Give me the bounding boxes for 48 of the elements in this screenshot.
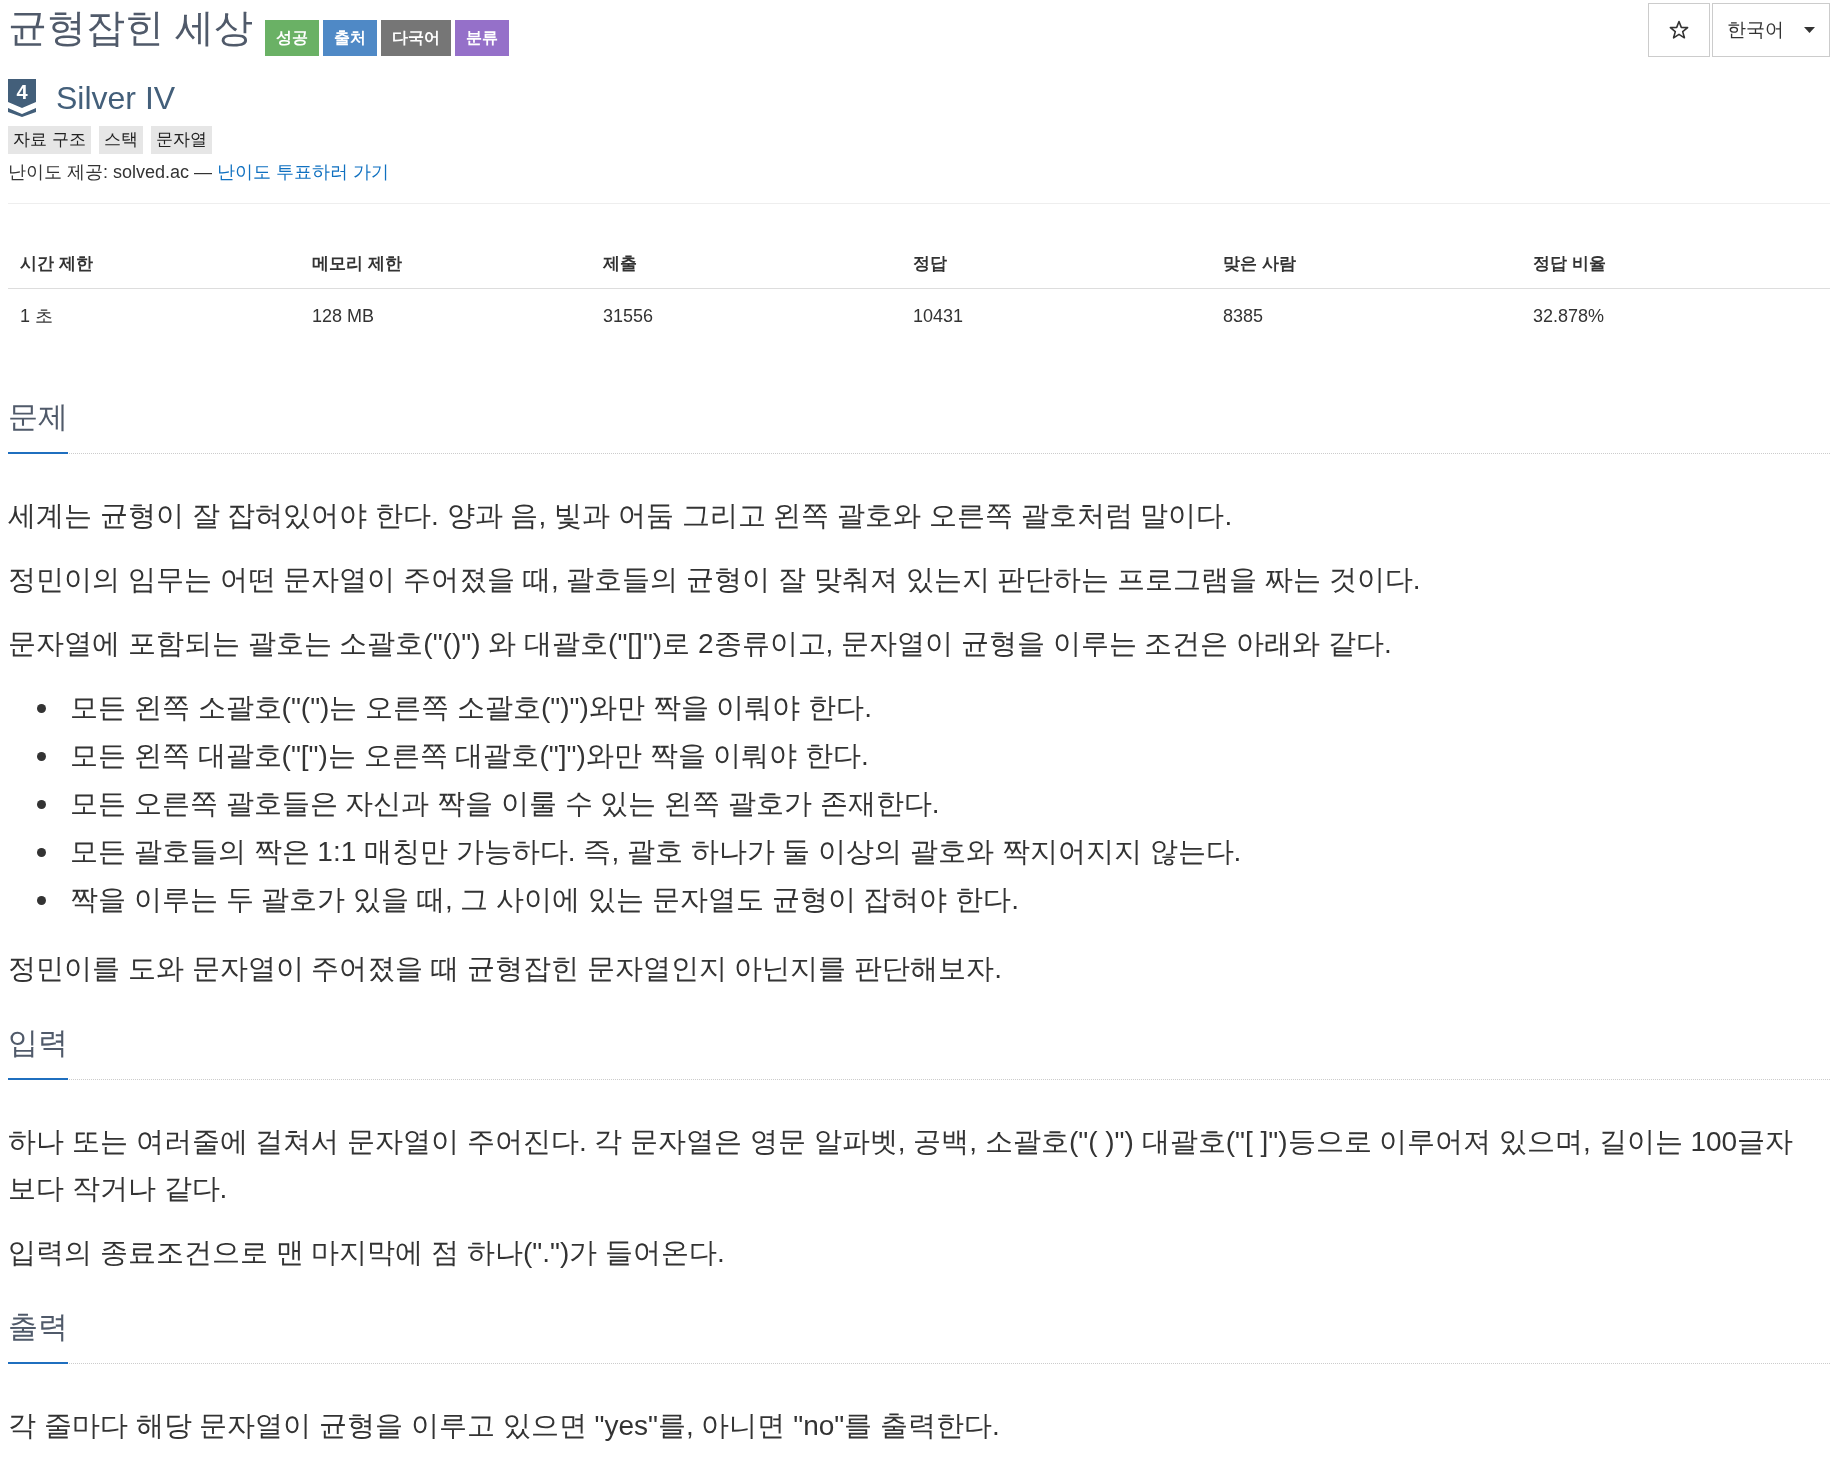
paragraph: 입력의 종료조건으로 맨 마지막에 점 하나(".")가 들어온다. (8, 1236, 726, 1270)
table-header-cell: 정답 비율 (1521, 240, 1830, 289)
table-cell-text: 128 MB (311, 305, 376, 328)
problem-title: 균형잡힌 세상 (8, 5, 253, 51)
favorite-button[interactable] (1648, 3, 1710, 57)
bullet-icon (37, 751, 46, 761)
table-cell-text: 32.878% (1532, 305, 1606, 328)
paragraph: 각 줄마다 해당 문자열이 균형을 이루고 있으면 "yes"를, 아니면 "no"를 출력한다. (8, 1409, 1001, 1443)
language-dropdown[interactable]: 한국어 (1712, 3, 1830, 57)
caret-icon (1804, 27, 1815, 33)
list-item-text: 짝을 이루는 두 괄호가 있을 때, 그 사이에 있는 문자열도 균형이 잡혀야 한다. (70, 883, 1019, 917)
table-header-cell: 제출 (591, 240, 901, 289)
bullet-icon (37, 895, 46, 905)
table-header-cell: 정답 (901, 240, 1211, 289)
bullet-icon (37, 799, 46, 809)
status-label: 분류 (454, 20, 509, 56)
table-cell-text: 8385 (1222, 305, 1265, 328)
status-label: 출처 (322, 20, 377, 56)
section-heading: 입력 (8, 1023, 68, 1080)
section-heading: 출력 (8, 1307, 68, 1364)
vote-link[interactable]: 난이도 투표하러 가기 (217, 162, 390, 182)
list-item-text: 모든 왼쪽 소괄호("(")는 오른쪽 소괄호(")")와만 짝을 이뤄야 한다. (70, 691, 872, 725)
list-item-text: 모든 왼쪽 대괄호("[")는 오른쪽 대괄호("]")와만 짝을 이뤄야 한다. (70, 739, 869, 773)
paragraph: 정민이의 임무는 어떤 문자열이 주어졌을 때, 괄호들의 균형이 잘 맞춰져 있는지 판단하는 프로그램을 짜는 것이다. (8, 563, 1422, 597)
bullet-icon (37, 703, 46, 713)
table-header-cell: 시간 제한 (8, 240, 300, 289)
list-item-text: 모든 오른쪽 괄호들은 자신과 짝을 이룰 수 있는 왼쪽 괄호가 존재한다. (70, 787, 940, 821)
table-cell-text: 10431 (912, 305, 965, 328)
bullet-icon (37, 847, 46, 857)
table-cell-text: 31556 (602, 305, 655, 328)
list-item-text: 모든 괄호들의 짝은 1:1 매칭만 가능하다. 즉, 괄호 하나가 둘 이상의 괄호와 짝지어지지 않는다. (70, 835, 1242, 869)
paragraph: 세계는 균형이 잘 잡혀있어야 한다. 양과 음, 빛과 어둠 그리고 왼쪽 괄호와 오른쪽 괄호처럼 말이다. (8, 499, 1234, 533)
difficulty-credit: 난이도 제공: solved.ac — 난이도 투표하러 가기 (8, 161, 391, 184)
tag-label[interactable]: 문자열 (150, 126, 212, 154)
section-heading: 문제 (8, 397, 68, 454)
tag-label[interactable]: 스택 (98, 126, 143, 154)
tier-badge: 4 (8, 79, 36, 117)
table-header-cell: 메모리 제한 (300, 240, 591, 289)
paragraph: 문자열에 포함되는 괄호는 소괄호("()") 와 대괄호("[]")로 2종류이고, 문자열이 균형을 이루는 조건은 아래와 같다. (8, 627, 1393, 661)
star-icon (1669, 20, 1689, 40)
paragraph: 하나 또는 여러줄에 걸쳐서 문자열이 주어진다. 각 문자열은 영문 알파벳, 공백, 소괄호("( )") 대괄호("[ ]")등으로 이루어져 있으며, 길이는 100글자보다 작거나 같다. (8, 1125, 1795, 1206)
tier-name[interactable]: Silver IV (56, 77, 176, 119)
table-cell-text: 1 초 (19, 305, 54, 328)
paragraph: 정민이를 도와 문자열이 주어졌을 때 균형잡힌 문자열인지 아닌지를 판단해보자. (8, 952, 1003, 986)
table-header-cell: 맞은 사람 (1211, 240, 1521, 289)
status-label: 성공 (264, 20, 319, 56)
status-label: 다국어 (380, 20, 451, 56)
tag-label[interactable]: 자료 구조 (8, 126, 91, 154)
